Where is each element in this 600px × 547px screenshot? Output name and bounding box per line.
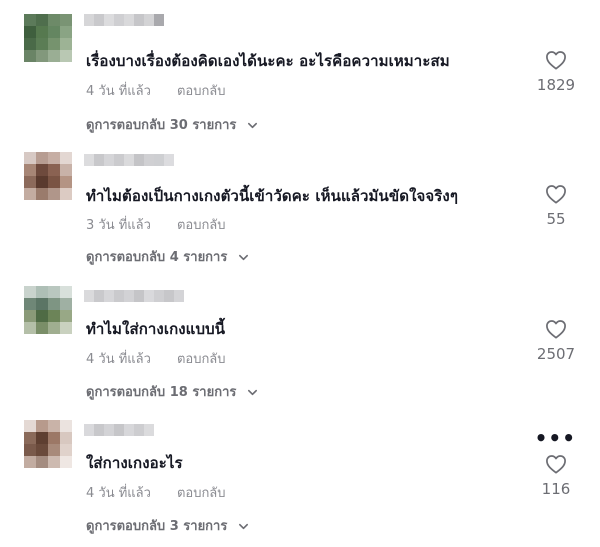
- like-control[interactable]: 116: [526, 454, 586, 498]
- heart-outline-icon[interactable]: [545, 454, 567, 474]
- like-control[interactable]: 2507: [526, 319, 586, 363]
- comment-text: ทำไมต้องเป็นกางเกงตัวนี้เข้าวัดคะ เห็นแล…: [86, 187, 459, 205]
- comment-time: 4 วัน ที่แล้ว: [86, 84, 151, 99]
- heart-outline-icon[interactable]: [545, 184, 567, 204]
- comment-meta: 4 วัน ที่แล้ว ตอบกลับ: [86, 482, 226, 503]
- view-replies-button[interactable]: ดูการตอบกลับ 4 รายการ: [86, 246, 249, 267]
- view-replies-button[interactable]: ดูการตอบกลับ 30 รายการ: [86, 114, 258, 135]
- reply-button[interactable]: ตอบกลับ: [177, 486, 226, 501]
- view-replies-button[interactable]: ดูการตอบกลับ 3 รายการ: [86, 515, 249, 536]
- reply-button[interactable]: ตอบกลับ: [177, 352, 226, 367]
- more-options-icon[interactable]: •••: [535, 426, 576, 450]
- heart-outline-icon[interactable]: [545, 319, 567, 339]
- like-count: 2507: [536, 345, 576, 363]
- avatar[interactable]: [24, 152, 72, 200]
- like-control[interactable]: 1829: [526, 50, 586, 94]
- view-replies-label: ดูการตอบกลับ 30 รายการ: [86, 118, 237, 133]
- avatar[interactable]: [24, 420, 72, 468]
- comment-meta: 4 วัน ที่แล้ว ตอบกลับ: [86, 348, 226, 369]
- comment-time: 4 วัน ที่แล้ว: [86, 486, 151, 501]
- comment-time: 3 วัน ที่แล้ว: [86, 218, 151, 233]
- chevron-down-icon: [238, 523, 248, 530]
- comment-text: ทำไมใส่กางเกงแบบนี้: [86, 320, 226, 338]
- username-blurred[interactable]: [84, 424, 154, 436]
- heart-outline-icon[interactable]: [545, 50, 567, 70]
- username-blurred[interactable]: [84, 290, 184, 302]
- view-replies-label: ดูการตอบกลับ 3 รายการ: [86, 519, 228, 534]
- like-count: 55: [546, 210, 566, 228]
- avatar[interactable]: [24, 14, 72, 62]
- username-blurred[interactable]: [84, 154, 174, 166]
- like-count: 1829: [536, 76, 576, 94]
- chevron-down-icon: [247, 122, 257, 129]
- comment-time: 4 วัน ที่แล้ว: [86, 352, 151, 367]
- like-count: 116: [541, 480, 571, 498]
- chevron-down-icon: [247, 389, 257, 396]
- comment-text: ใส่กางเกงอะไร: [86, 454, 183, 472]
- view-replies-label: ดูการตอบกลับ 18 รายการ: [86, 385, 237, 400]
- view-replies-label: ดูการตอบกลับ 4 รายการ: [86, 250, 228, 265]
- view-replies-button[interactable]: ดูการตอบกลับ 18 รายการ: [86, 381, 258, 402]
- username-blurred[interactable]: [84, 14, 164, 26]
- avatar[interactable]: [24, 286, 72, 334]
- reply-button[interactable]: ตอบกลับ: [177, 84, 226, 99]
- reply-button[interactable]: ตอบกลับ: [177, 218, 226, 233]
- like-control[interactable]: 55: [526, 184, 586, 228]
- comment-meta: 4 วัน ที่แล้ว ตอบกลับ: [86, 80, 226, 101]
- comment-text: เรื่องบางเรื่องต้องคิดเองได้นะคะ อะไรคือ…: [86, 52, 450, 70]
- chevron-down-icon: [238, 254, 248, 261]
- comment-meta: 3 วัน ที่แล้ว ตอบกลับ: [86, 214, 226, 235]
